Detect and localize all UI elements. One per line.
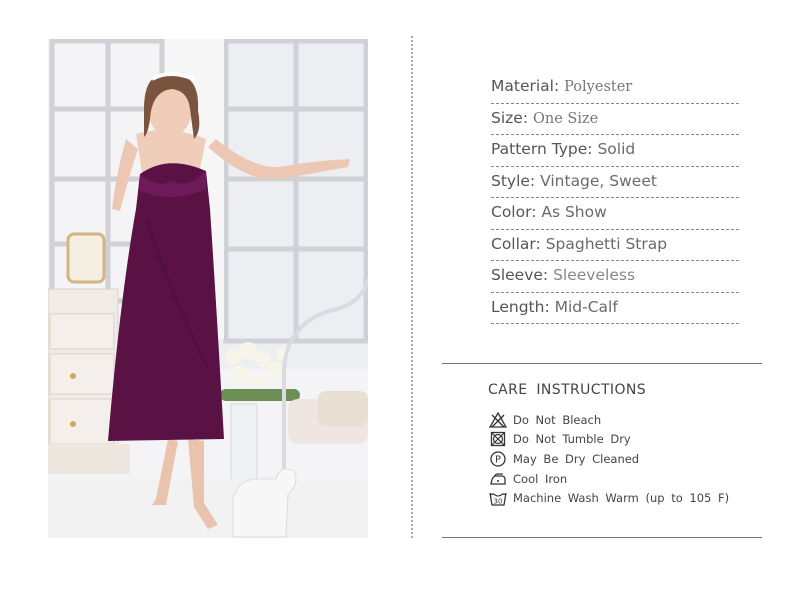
care-item-dry-clean: P May Be Dry Cleaned xyxy=(489,449,729,469)
spec-row-pattern-type: Pattern Type: Solid xyxy=(491,135,739,167)
dry-clean-p-icon: P xyxy=(489,451,507,467)
product-photo xyxy=(48,39,368,538)
spec-label: Size: xyxy=(491,108,529,127)
spec-label: Length: xyxy=(491,297,550,316)
spec-row-material: Material: Polyester xyxy=(491,72,739,104)
machine-wash-30-icon: 30 xyxy=(489,490,507,506)
spec-label: Pattern Type: xyxy=(491,140,593,158)
product-spec-list: Material: Polyester Size: One Size Patte… xyxy=(491,72,739,324)
care-item-machine-wash: 30 Machine Wash Warm (up to 105 F) xyxy=(489,488,729,508)
spec-label: Sleeve: xyxy=(491,266,549,284)
spec-value: Sleeveless xyxy=(553,266,636,284)
spec-value: Solid xyxy=(597,140,636,158)
cool-iron-icon xyxy=(489,471,507,487)
spec-value: One Size xyxy=(532,110,599,127)
care-item-no-bleach: Do Not Bleach xyxy=(489,410,729,430)
care-item-no-tumble-dry: Do Not Tumble Dry xyxy=(489,430,729,450)
spec-value: Polyester xyxy=(564,79,633,95)
care-bottom-divider xyxy=(442,537,762,538)
no-tumble-dry-icon xyxy=(489,431,507,447)
care-instructions-list: Do Not Bleach Do Not Tumble Dry P May Be… xyxy=(489,410,729,508)
wash-temperature-label: 30 xyxy=(494,498,503,506)
spec-value: Mid-Calf xyxy=(554,297,618,316)
care-item-label: Machine Wash Warm (up to 105 F) xyxy=(513,491,730,506)
care-item-label: May Be Dry Cleaned xyxy=(513,451,640,466)
spec-value: Spaghetti Strap xyxy=(545,234,668,253)
spec-row-collar: Collar: Spaghetti Strap xyxy=(491,230,739,261)
spec-value: Vintage, Sweet xyxy=(540,171,657,190)
spec-label: Collar: xyxy=(491,234,541,253)
care-instructions-title: CARE INSTRUCTIONS xyxy=(488,382,647,398)
care-item-cool-iron: Cool Iron xyxy=(489,469,729,489)
care-item-label: Cool Iron xyxy=(513,471,568,486)
vertical-dotted-divider xyxy=(411,36,413,538)
care-item-label: Do Not Tumble Dry xyxy=(513,432,631,447)
svg-text:P: P xyxy=(495,454,501,465)
spec-row-size: Size: One Size xyxy=(491,104,739,135)
no-bleach-icon xyxy=(489,411,507,428)
spec-row-length: Length: Mid-Calf xyxy=(491,293,739,324)
care-item-label: Do Not Bleach xyxy=(513,412,602,427)
care-top-divider xyxy=(442,363,762,364)
spec-value: As Show xyxy=(541,203,607,221)
spec-row-color: Color: As Show xyxy=(491,198,739,230)
spec-label: Material: xyxy=(491,77,560,95)
spec-label: Style: xyxy=(491,171,536,190)
spec-label: Color: xyxy=(491,203,537,221)
spec-row-style: Style: Vintage, Sweet xyxy=(491,167,739,198)
spec-row-sleeve: Sleeve: Sleeveless xyxy=(491,261,739,293)
